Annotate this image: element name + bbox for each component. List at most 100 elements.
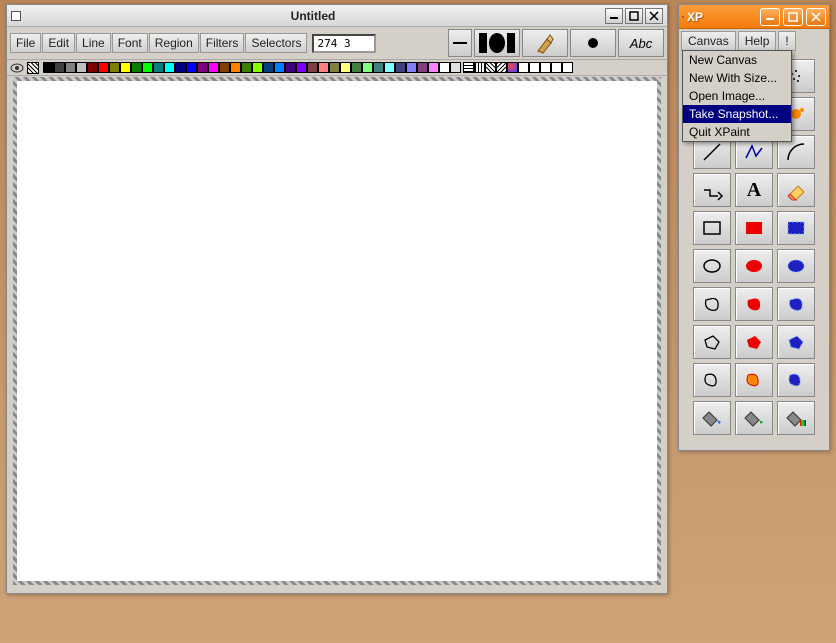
- maximize-button[interactable]: [625, 8, 643, 24]
- tool-minimize-button[interactable]: [760, 8, 780, 26]
- menu-line[interactable]: Line: [76, 33, 111, 53]
- menu-font[interactable]: Font: [112, 33, 148, 53]
- color-swatch[interactable]: [439, 62, 450, 73]
- tool-polygon-outline[interactable]: [693, 325, 731, 359]
- tool-rainbow-fill[interactable]: [777, 401, 815, 435]
- color-swatch[interactable]: [175, 62, 186, 73]
- color-swatch[interactable]: [417, 62, 428, 73]
- color-swatch[interactable]: [65, 62, 76, 73]
- titlebar[interactable]: Untitled: [7, 5, 667, 27]
- menu-file[interactable]: File: [10, 33, 41, 53]
- pattern-swatch[interactable]: [551, 62, 562, 73]
- color-swatch[interactable]: [43, 62, 54, 73]
- color-swatch[interactable]: [428, 62, 439, 73]
- color-swatch[interactable]: [296, 62, 307, 73]
- pattern-swatch[interactable]: [529, 62, 540, 73]
- system-menu-icon[interactable]: [11, 11, 21, 21]
- color-swatch[interactable]: [274, 62, 285, 73]
- color-swatch[interactable]: [307, 62, 318, 73]
- color-swatch[interactable]: [241, 62, 252, 73]
- color-swatch[interactable]: [219, 62, 230, 73]
- tool-polygon-filled[interactable]: [735, 325, 773, 359]
- tool-text[interactable]: A: [735, 173, 773, 207]
- color-swatch[interactable]: [351, 62, 362, 73]
- color-swatch[interactable]: [318, 62, 329, 73]
- color-swatch[interactable]: [230, 62, 241, 73]
- brush-shape-button[interactable]: [474, 29, 520, 57]
- tool-gradient-fill[interactable]: [735, 401, 773, 435]
- color-swatch[interactable]: [263, 62, 274, 73]
- color-swatch[interactable]: [285, 62, 296, 73]
- tool-fill[interactable]: [693, 401, 731, 435]
- tool-connected-line[interactable]: [693, 173, 731, 207]
- color-swatch[interactable]: [54, 62, 65, 73]
- tool-maximize-button[interactable]: [783, 8, 803, 26]
- tool-close-button[interactable]: [806, 8, 826, 26]
- tool-lasso-outline[interactable]: [693, 287, 731, 321]
- tool-ellipse-filled[interactable]: [735, 249, 773, 283]
- color-swatch[interactable]: [384, 62, 395, 73]
- tool-rect-dashed[interactable]: [777, 211, 815, 245]
- tool-polygon-dashed[interactable]: [777, 325, 815, 359]
- menu-edit[interactable]: Edit: [42, 33, 75, 53]
- color-swatch[interactable]: [120, 62, 131, 73]
- menu-bang[interactable]: !: [778, 31, 795, 51]
- color-swatch[interactable]: [373, 62, 384, 73]
- color-swatch[interactable]: [142, 62, 153, 73]
- pattern-swatch[interactable]: [474, 62, 485, 73]
- menu-canvas[interactable]: Canvas: [681, 31, 736, 51]
- dropdown-item-new-with-size-[interactable]: New With Size...: [683, 69, 791, 87]
- tool-titlebar[interactable]: XP: [679, 5, 829, 29]
- close-button[interactable]: [645, 8, 663, 24]
- minimize-button[interactable]: [605, 8, 623, 24]
- tool-spline-dashed[interactable]: [777, 363, 815, 397]
- pattern-swatch[interactable]: [562, 62, 573, 73]
- dropdown-item-take-snapshot-[interactable]: Take Snapshot...: [683, 105, 791, 123]
- pattern-swatch[interactable]: [496, 62, 507, 73]
- pattern-swatch[interactable]: [463, 62, 474, 73]
- color-swatch[interactable]: [197, 62, 208, 73]
- tool-ellipse-dashed[interactable]: [777, 249, 815, 283]
- text-tool-button[interactable]: Abc: [618, 29, 664, 57]
- pattern-swatch[interactable]: [540, 62, 551, 73]
- tool-ellipse-outline[interactable]: [693, 249, 731, 283]
- color-swatch[interactable]: [362, 62, 373, 73]
- pattern-swatch[interactable]: [507, 62, 518, 73]
- menu-filters[interactable]: Filters: [200, 33, 245, 53]
- color-swatch[interactable]: [450, 62, 461, 73]
- color-swatch[interactable]: [186, 62, 197, 73]
- color-swatch[interactable]: [406, 62, 417, 73]
- tool-eraser[interactable]: [777, 173, 815, 207]
- menu-selectors[interactable]: Selectors: [245, 33, 307, 53]
- color-swatch[interactable]: [252, 62, 263, 73]
- menu-region[interactable]: Region: [149, 33, 199, 53]
- pattern-indicator-icon[interactable]: [27, 62, 39, 74]
- tool-lasso-dashed[interactable]: [777, 287, 815, 321]
- drawing-canvas[interactable]: [13, 77, 661, 585]
- pattern-swatch[interactable]: [485, 62, 496, 73]
- dropdown-item-quit-xpaint[interactable]: Quit XPaint: [683, 123, 791, 141]
- color-swatch[interactable]: [98, 62, 109, 73]
- color-swatch[interactable]: [153, 62, 164, 73]
- color-swatch[interactable]: [76, 62, 87, 73]
- color-swatch[interactable]: [395, 62, 406, 73]
- color-swatch[interactable]: [131, 62, 142, 73]
- tool-spline-filled[interactable]: [735, 363, 773, 397]
- color-swatch[interactable]: [109, 62, 120, 73]
- tool-lasso-filled[interactable]: [735, 287, 773, 321]
- menu-help[interactable]: Help: [738, 31, 777, 51]
- tool-rect-filled[interactable]: [735, 211, 773, 245]
- brush-tool-button[interactable]: [522, 29, 568, 57]
- dropdown-item-new-canvas[interactable]: New Canvas: [683, 51, 791, 69]
- tool-rect-outline[interactable]: [693, 211, 731, 245]
- linewidth-button[interactable]: [448, 29, 472, 57]
- dropdown-item-open-image-[interactable]: Open Image...: [683, 87, 791, 105]
- color-swatch[interactable]: [164, 62, 175, 73]
- color-swatch[interactable]: [340, 62, 351, 73]
- color-swatch[interactable]: [87, 62, 98, 73]
- dot-brush-button[interactable]: [570, 29, 616, 57]
- color-swatch[interactable]: [329, 62, 340, 73]
- color-swatch[interactable]: [208, 62, 219, 73]
- tool-system-icon[interactable]: [682, 16, 684, 18]
- pattern-swatch[interactable]: [518, 62, 529, 73]
